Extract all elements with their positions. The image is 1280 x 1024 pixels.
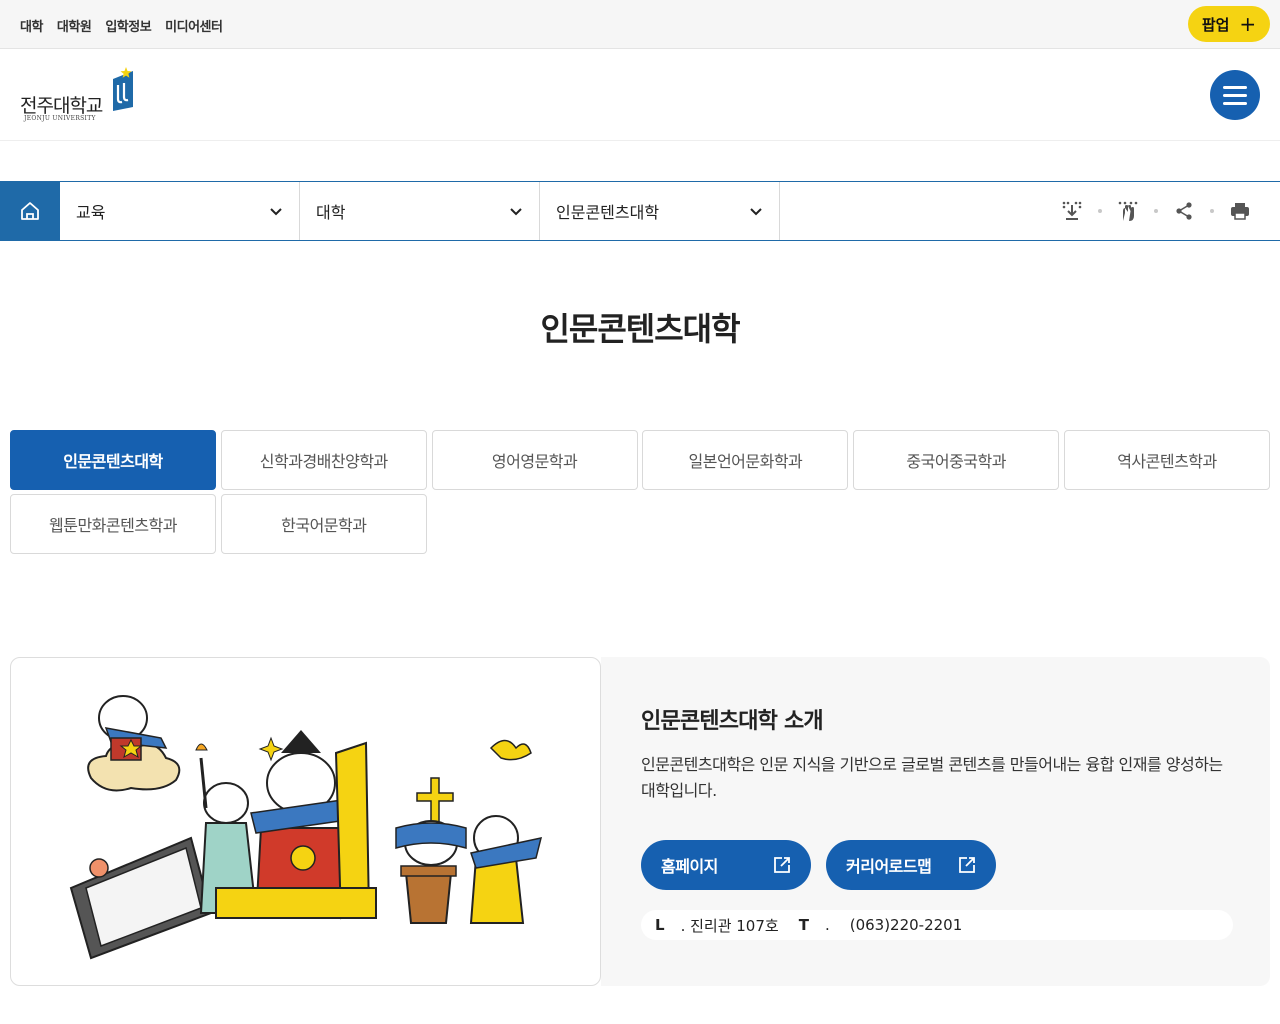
location-bar: 교육 대학 인문콘텐츠대학 bbox=[0, 181, 1280, 241]
tab-history-content[interactable]: 역사콘텐츠학과 bbox=[1063, 430, 1270, 490]
tab-chinese[interactable]: 중국어중국학과 bbox=[853, 430, 1060, 490]
share-icon bbox=[1176, 202, 1192, 220]
intro-description: 인문콘텐츠대학은 인문 지식을 기반으로 글로벌 콘텐츠를 만들어내는 융합 인… bbox=[641, 755, 1223, 800]
logo-subtext: JEONJU UNIVERSITY bbox=[24, 115, 96, 122]
homepage-button[interactable]: 홈페이지 bbox=[641, 840, 811, 890]
homepage-button-label: 홈페이지 bbox=[661, 857, 718, 876]
location-dropdown-department[interactable]: 인문콘텐츠대학 bbox=[540, 182, 780, 240]
contact-phone-key: T bbox=[798, 916, 809, 934]
logo-text: 전주대학교 bbox=[20, 95, 103, 117]
contact-phone-number: (063)220-2201 bbox=[849, 916, 963, 934]
tab-humanities-content-college[interactable]: 인문콘텐츠대학 bbox=[10, 430, 216, 490]
career-roadmap-button[interactable]: 커리어로드맵 bbox=[826, 840, 996, 890]
intro-title: 인문콘텐츠대학 소개 bbox=[641, 709, 824, 734]
popup-button[interactable]: 팝업 + bbox=[1188, 6, 1270, 42]
braille-download-button[interactable] bbox=[1060, 199, 1084, 223]
location-tools bbox=[1060, 199, 1252, 223]
career-roadmap-button-label: 커리어로드맵 bbox=[846, 857, 932, 876]
tab-english[interactable]: 영어영문학과 bbox=[431, 430, 638, 490]
page-title: 인문콘텐츠대학 bbox=[540, 310, 740, 348]
top-link-admission[interactable]: 입학정보 bbox=[105, 16, 151, 35]
separator-dot bbox=[1098, 209, 1102, 213]
intro-illustration bbox=[10, 657, 601, 986]
location-dropdown-college[interactable]: 대학 bbox=[300, 182, 540, 240]
external-link-icon bbox=[959, 857, 975, 873]
menu-line-icon bbox=[1223, 101, 1247, 105]
home-button[interactable] bbox=[0, 181, 60, 241]
tab-korean-literature[interactable]: 한국어문학과 bbox=[220, 494, 427, 554]
top-links: 대학 대학원 입학정보 미디어센터 bbox=[20, 16, 223, 35]
plus-icon: + bbox=[1239, 12, 1257, 36]
location-label: 대학 bbox=[316, 203, 346, 222]
intro-panel: 인문콘텐츠대학 소개 인문콘텐츠대학은 인문 지식을 기반으로 글로벌 콘텐츠를… bbox=[601, 657, 1270, 986]
braille-download-icon bbox=[1062, 201, 1082, 220]
location-dropdown-education[interactable]: 교육 bbox=[60, 182, 300, 240]
top-utility-bar: 대학 대학원 입학정보 미디어센터 팝업 + bbox=[0, 0, 1280, 49]
chevron-down-icon bbox=[510, 208, 522, 216]
share-button[interactable] bbox=[1172, 199, 1196, 223]
top-link-college[interactable]: 대학 bbox=[20, 16, 43, 35]
chevron-down-icon bbox=[750, 208, 762, 216]
tab-japanese[interactable]: 일본언어문화학과 bbox=[642, 430, 849, 490]
site-header: 전주대학교 JEONJU UNIVERSITY bbox=[0, 49, 1280, 141]
external-link-icon bbox=[774, 857, 790, 873]
location-label: 교육 bbox=[76, 203, 106, 222]
top-link-media-center[interactable]: 미디어센터 bbox=[165, 16, 223, 35]
contact-info: L . 진리관 107호 T . (063)220-2201 bbox=[641, 910, 1233, 940]
logo-mark-icon bbox=[113, 67, 133, 111]
menu-line-icon bbox=[1223, 93, 1247, 97]
chevron-down-icon bbox=[270, 208, 282, 216]
separator-dot bbox=[1210, 209, 1214, 213]
department-tabs: 인문콘텐츠대학 신학과경배찬양학과 영어영문학과 일본언어문화학과 중국어중국학… bbox=[10, 430, 1270, 554]
separator-dot bbox=[1154, 209, 1158, 213]
mascot-illustration bbox=[69, 695, 543, 960]
print-button[interactable] bbox=[1228, 199, 1252, 223]
braille-hand-button[interactable] bbox=[1116, 199, 1140, 223]
menu-line-icon bbox=[1223, 85, 1247, 89]
tab-webtoon-comics[interactable]: 웹툰만화콘텐츠학과 bbox=[10, 494, 216, 554]
contact-location-value: . 진리관 107호 bbox=[680, 916, 779, 935]
university-logo[interactable]: 전주대학교 JEONJU UNIVERSITY bbox=[20, 67, 140, 127]
tab-theology-worship[interactable]: 신학과경배찬양학과 bbox=[220, 430, 427, 490]
contact-phone-dot: . bbox=[824, 916, 830, 934]
top-link-graduate[interactable]: 대학원 bbox=[57, 16, 92, 35]
hand-braille-icon bbox=[1118, 201, 1138, 221]
location-label: 인문콘텐츠대학 bbox=[556, 203, 660, 222]
printer-icon bbox=[1231, 203, 1249, 220]
hamburger-menu-button[interactable] bbox=[1210, 70, 1260, 120]
contact-location-key: L bbox=[655, 916, 665, 934]
home-icon bbox=[21, 202, 39, 220]
popup-button-label: 팝업 bbox=[1201, 15, 1230, 34]
